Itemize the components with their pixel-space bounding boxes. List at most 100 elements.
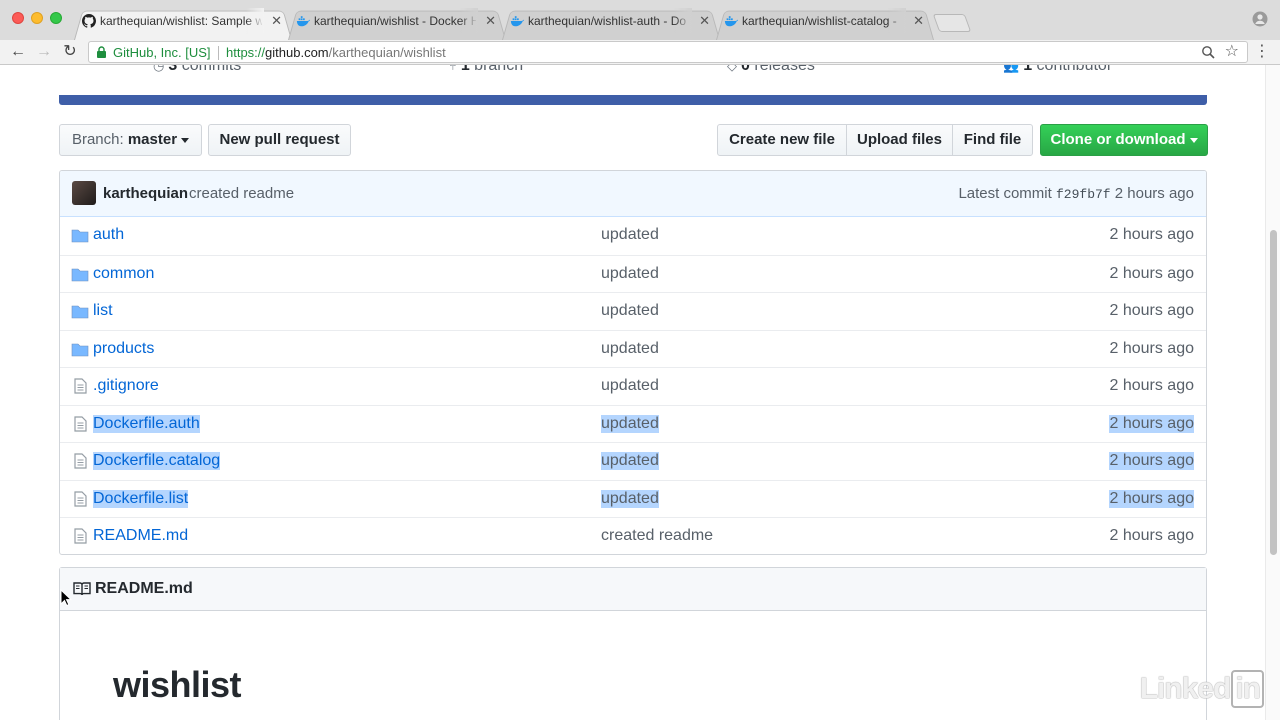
browser-tab-wishlist-auth[interactable]: karthequian/wishlist-auth - Do ✕: [502, 8, 720, 40]
address-bar[interactable]: GitHub, Inc. [US] https://github.com/kar…: [88, 41, 1248, 63]
lock-icon: [97, 46, 106, 58]
upload-files-button[interactable]: Upload files: [846, 124, 953, 156]
profile-icon[interactable]: [1252, 11, 1268, 27]
file-name-link[interactable]: common: [93, 265, 154, 283]
github-icon: [82, 14, 96, 28]
branch-select-button[interactable]: Branch: master: [59, 124, 202, 156]
tab-close-icon[interactable]: ✕: [699, 13, 710, 29]
table-row: .gitignore updated 2 hours ago: [60, 367, 1206, 404]
zoom-icon[interactable]: [1201, 45, 1215, 59]
folder-icon: [71, 341, 89, 357]
commit-message-link[interactable]: created readme: [601, 527, 713, 545]
mouse-cursor-icon: [60, 589, 72, 607]
people-icon: 👥: [1003, 65, 1020, 73]
book-icon: [73, 582, 91, 596]
table-row: common updated 2 hours ago: [60, 254, 1206, 292]
clone-or-download-button[interactable]: Clone or download: [1040, 124, 1208, 156]
back-button[interactable]: ←: [8, 42, 28, 62]
commit-age: 2 hours ago: [1109, 377, 1194, 394]
caret-down-icon: [1189, 137, 1198, 143]
reload-button[interactable]: ↻: [60, 42, 80, 62]
releases-link[interactable]: ◇ 0 releases: [727, 65, 815, 75]
file-name-link[interactable]: Dockerfile.list: [93, 489, 189, 508]
browser-tab-wishlist-catalog[interactable]: karthequian/wishlist-catalog - ✕: [716, 8, 934, 40]
tab-close-icon[interactable]: ✕: [271, 13, 282, 29]
linkedin-watermark: Linked in: [1140, 670, 1264, 708]
docker-icon: [510, 16, 524, 27]
scrollbar-thumb[interactable]: [1270, 230, 1277, 555]
tab-close-icon[interactable]: ✕: [485, 13, 496, 29]
commit-message-link[interactable]: updated: [601, 414, 659, 433]
commit-message-link[interactable]: updated: [601, 340, 659, 358]
commit-age: 2 hours ago: [1109, 414, 1194, 433]
commit-message-link[interactable]: created readme: [189, 185, 294, 202]
commit-age: 2 hours ago: [1109, 527, 1194, 544]
file-icon: [71, 528, 89, 544]
table-row: auth updated 2 hours ago: [60, 217, 1206, 254]
commit-message-link[interactable]: updated: [601, 377, 659, 395]
new-pull-request-button[interactable]: New pull request: [208, 124, 351, 156]
tab-title: karthequian/wishlist - Docker H: [314, 14, 476, 28]
language-bar[interactable]: [59, 95, 1207, 105]
page-scrollbar[interactable]: [1265, 65, 1280, 720]
commit-sha-link[interactable]: f29fb7f: [1056, 187, 1111, 202]
readme-title: README.md: [95, 580, 193, 597]
browser-toolbar: ← → ↻ GitHub, Inc. [US] https://github.c…: [0, 40, 1280, 65]
commit-message-link[interactable]: updated: [601, 302, 659, 320]
commit-age: 2 hours ago: [1109, 226, 1194, 243]
commit-age: 2 hours ago: [1109, 339, 1194, 357]
page-viewport: ◷ 3 commits ⑂ 1 branch ◇ 0 releases 👥 1 cont…: [0, 65, 1266, 720]
tab-close-icon[interactable]: ✕: [913, 13, 924, 29]
file-icon: [71, 490, 89, 507]
browser-tab-github[interactable]: karthequian/wishlist: Sample w ✕: [74, 8, 292, 40]
table-row: list updated 2 hours ago: [60, 292, 1206, 329]
commit-message-link[interactable]: updated: [601, 226, 659, 244]
window-close-button[interactable]: [12, 12, 24, 24]
file-name-link[interactable]: list: [93, 302, 113, 320]
file-table: karthequian created readme Latest commit…: [59, 170, 1207, 555]
commit-message-link[interactable]: updated: [601, 452, 659, 470]
browser-tab-docker-hub[interactable]: karthequian/wishlist - Docker H ✕: [288, 8, 506, 40]
avatar[interactable]: [72, 181, 96, 205]
branches-link[interactable]: ⑂ 1 branch: [449, 65, 523, 75]
folder-icon: [71, 227, 89, 243]
table-row: Dockerfile.catalog updated 2 hours ago: [60, 442, 1206, 479]
bookmark-star-icon[interactable]: ☆: [1225, 43, 1239, 61]
table-row: Dockerfile.list updated 2 hours ago: [60, 479, 1206, 517]
site-identity: GitHub, Inc. [US]: [113, 45, 211, 60]
file-icon: [71, 415, 89, 432]
readme-heading: wishlist: [113, 664, 242, 705]
create-new-file-button[interactable]: Create new file: [717, 124, 847, 156]
table-row: README.md created readme 2 hours ago: [60, 517, 1206, 554]
window-zoom-button[interactable]: [50, 12, 62, 24]
forward-button[interactable]: →: [34, 42, 54, 62]
url-text: https://github.com/karthequian/wishlist: [226, 45, 446, 60]
window-minimize-button[interactable]: [31, 12, 43, 24]
latest-commit: Latest commit f29fb7f 2 hours ago: [958, 185, 1194, 202]
file-name-link[interactable]: .gitignore: [93, 377, 159, 395]
docker-icon: [724, 16, 738, 27]
commit-age: 2 hours ago: [1109, 489, 1194, 508]
commit-age: 2 hours ago: [1109, 264, 1194, 282]
file-name-link[interactable]: Dockerfile.auth: [93, 414, 200, 433]
commits-link[interactable]: ◷ 3 commits: [153, 65, 241, 75]
commit-author-link[interactable]: karthequian: [103, 185, 188, 202]
folder-icon: [71, 266, 89, 282]
commit-message-link[interactable]: updated: [601, 489, 659, 508]
table-row: Dockerfile.auth updated 2 hours ago: [60, 404, 1206, 442]
contributors-link[interactable]: 👥 1 contributor: [1003, 65, 1112, 75]
file-name-link[interactable]: README.md: [93, 527, 188, 545]
repo-summary: ◷ 3 commits ⑂ 1 branch ◇ 0 releases 👥 1 cont…: [59, 65, 1207, 79]
caret-down-icon: [181, 137, 190, 143]
find-file-button[interactable]: Find file: [952, 124, 1033, 156]
new-tab-button[interactable]: [932, 14, 972, 32]
table-row: products updated 2 hours ago: [60, 329, 1206, 367]
file-name-link[interactable]: Dockerfile.catalog: [93, 452, 221, 470]
file-name-link[interactable]: auth: [93, 226, 124, 244]
folder-icon: [71, 303, 89, 319]
commit-message-link[interactable]: updated: [601, 265, 659, 283]
file-name-link[interactable]: products: [93, 340, 154, 358]
browser-menu-icon[interactable]: ⋮: [1254, 42, 1270, 62]
file-icon: [71, 378, 89, 394]
readme-header: README.md: [60, 568, 1206, 611]
